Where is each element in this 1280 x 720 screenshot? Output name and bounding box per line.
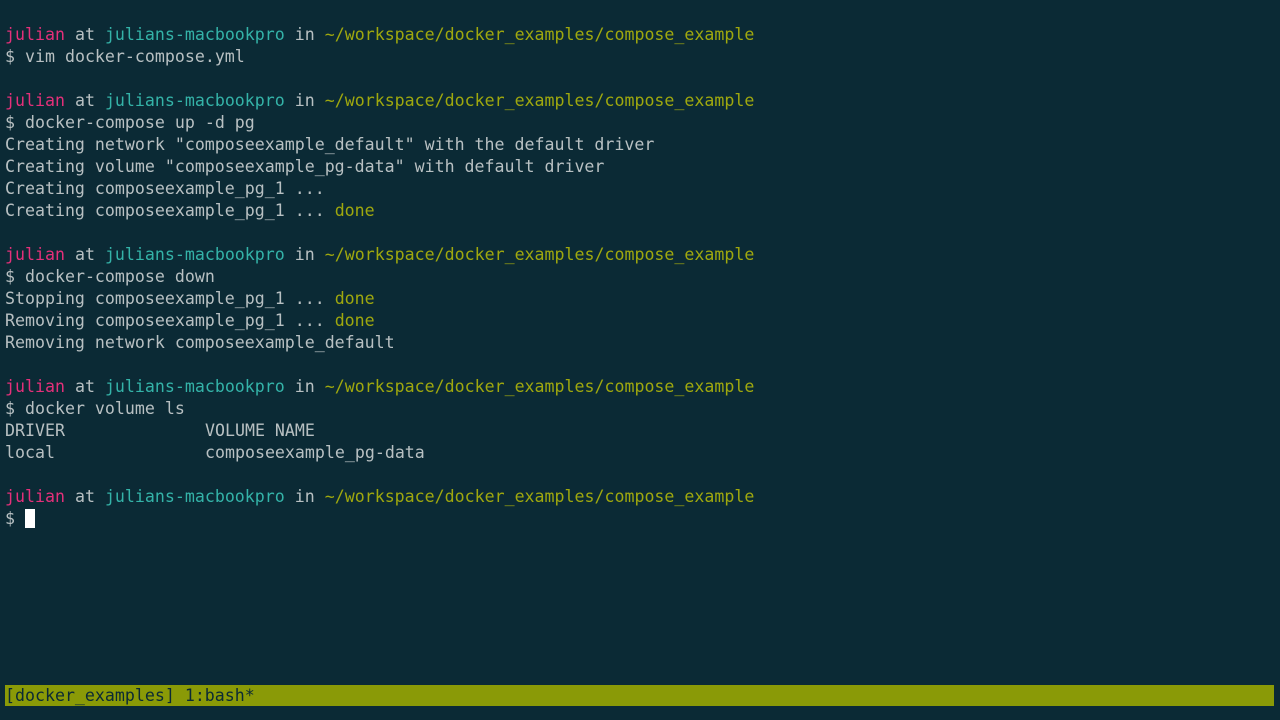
prompt-in: in <box>294 25 315 44</box>
prompt-user: julian <box>5 25 65 44</box>
prompt-path: ~/workspace/docker_examples/compose_exam… <box>324 377 755 396</box>
command-line: $ vim docker-compose.yml <box>5 46 1275 68</box>
tmux-status-text[interactable]: [docker_examples] 1:bash* <box>5 686 255 705</box>
prompt-symbol: $ <box>5 47 15 66</box>
prompt-symbol: $ <box>5 267 15 286</box>
prompt-symbol: $ <box>5 113 15 132</box>
prompt-at: at <box>74 245 95 264</box>
prompt-symbol: $ <box>5 509 15 528</box>
command-line: $ docker volume ls <box>5 398 1275 420</box>
table-header-volume-name: VOLUME NAME <box>205 421 315 440</box>
status-done: done <box>334 311 375 330</box>
output-text: Creating composeexample_pg_1 ... <box>5 201 335 220</box>
command-text: vim docker-compose.yml <box>25 47 245 66</box>
prompt-user: julian <box>5 245 65 264</box>
cursor-block[interactable] <box>25 509 35 528</box>
tmux-status-bar: [docker_examples] 1:bash* <box>5 685 1274 706</box>
prompt-in: in <box>294 487 315 506</box>
output-line: Removing network composeexample_default <box>5 332 1275 354</box>
output-line: Creating network "composeexample_default… <box>5 134 1275 156</box>
command-text: docker-compose up -d pg <box>25 113 255 132</box>
prompt-path: ~/workspace/docker_examples/compose_exam… <box>324 487 755 506</box>
prompt-host: julians-macbookpro <box>104 245 285 264</box>
active-command-line[interactable]: $ <box>5 508 1275 530</box>
command-line: $ docker-compose up -d pg <box>5 112 1275 134</box>
output-line: Removing composeexample_pg_1 ... done <box>5 310 1275 332</box>
command-line: $ docker-compose down <box>5 266 1275 288</box>
status-done: done <box>334 289 375 308</box>
prompt-host: julians-macbookpro <box>104 377 285 396</box>
prompt-line: julian at julians-macbookpro in ~/worksp… <box>5 486 1275 508</box>
prompt-host: julians-macbookpro <box>104 487 285 506</box>
prompt-in: in <box>294 245 315 264</box>
command-text: docker volume ls <box>25 399 185 418</box>
prompt-host: julians-macbookpro <box>104 25 285 44</box>
table-header-driver: DRIVER <box>5 421 65 440</box>
prompt-at: at <box>74 91 95 110</box>
status-done: done <box>334 201 375 220</box>
output-line: Stopping composeexample_pg_1 ... done <box>5 288 1275 310</box>
prompt-line: julian at julians-macbookpro in ~/worksp… <box>5 90 1275 112</box>
table-cell-driver: local <box>5 443 55 462</box>
prompt-user: julian <box>5 487 65 506</box>
prompt-at: at <box>74 377 95 396</box>
prompt-in: in <box>294 91 315 110</box>
output-line: Creating volume "composeexample_pg-data"… <box>5 156 1275 178</box>
prompt-at: at <box>74 487 95 506</box>
command-text: docker-compose down <box>25 267 215 286</box>
output-text: Creating network "composeexample_default… <box>5 135 655 154</box>
prompt-symbol: $ <box>5 399 15 418</box>
prompt-path: ~/workspace/docker_examples/compose_exam… <box>324 91 755 110</box>
prompt-line: julian at julians-macbookpro in ~/worksp… <box>5 24 1275 46</box>
prompt-line: julian at julians-macbookpro in ~/worksp… <box>5 244 1275 266</box>
terminal-output[interactable]: julian at julians-macbookpro in ~/worksp… <box>5 24 1275 530</box>
output-text: Removing composeexample_pg_1 ... <box>5 311 335 330</box>
output-text: Removing network composeexample_default <box>5 333 395 352</box>
output-text: Stopping composeexample_pg_1 ... <box>5 289 335 308</box>
prompt-host: julians-macbookpro <box>104 91 285 110</box>
table-header-row: DRIVER VOLUME NAME <box>5 420 1275 442</box>
output-line: Creating composeexample_pg_1 ... done <box>5 200 1275 222</box>
prompt-user: julian <box>5 91 65 110</box>
output-text: Creating volume "composeexample_pg-data"… <box>5 157 605 176</box>
output-line: Creating composeexample_pg_1 ... <box>5 178 1275 200</box>
prompt-user: julian <box>5 377 65 396</box>
prompt-path: ~/workspace/docker_examples/compose_exam… <box>324 25 755 44</box>
prompt-at: at <box>74 25 95 44</box>
table-row: local composeexample_pg-data <box>5 442 1275 464</box>
output-text: Creating composeexample_pg_1 ... <box>5 179 325 198</box>
prompt-path: ~/workspace/docker_examples/compose_exam… <box>324 245 755 264</box>
prompt-line: julian at julians-macbookpro in ~/worksp… <box>5 376 1275 398</box>
table-cell-volume-name: composeexample_pg-data <box>205 443 425 462</box>
prompt-in: in <box>294 377 315 396</box>
